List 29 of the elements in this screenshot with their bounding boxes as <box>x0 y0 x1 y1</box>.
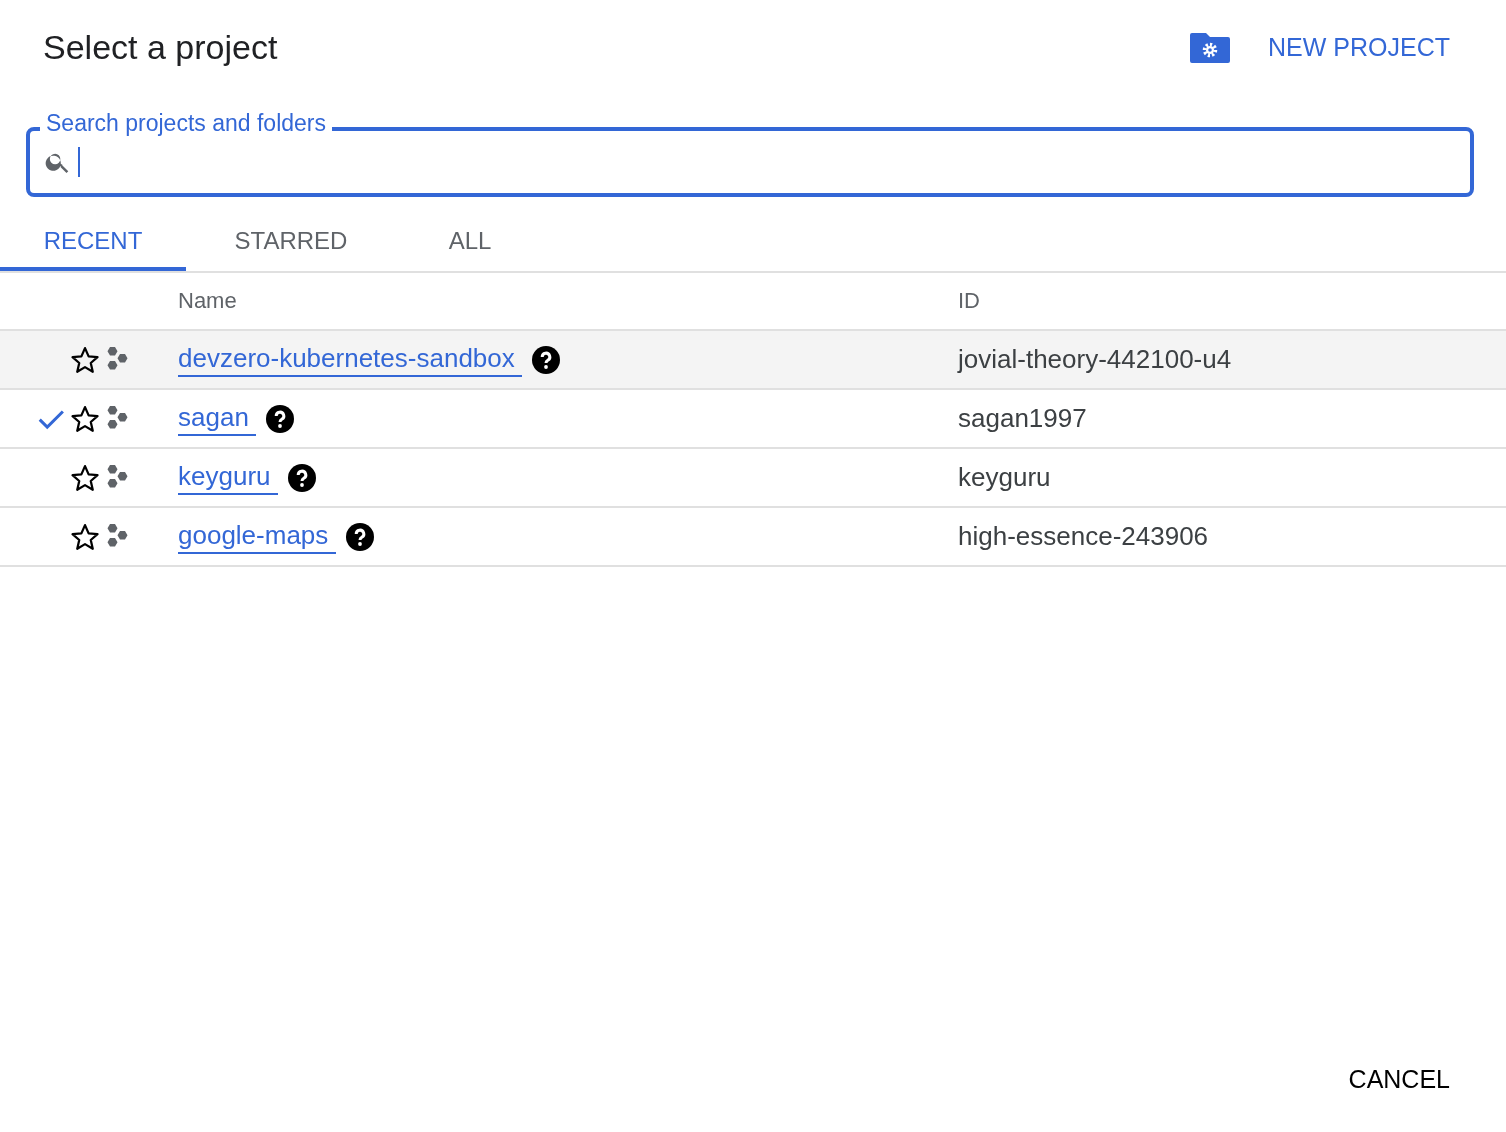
help-icon[interactable] <box>532 345 560 374</box>
project-name-link[interactable]: devzero-kubernetes-sandbox <box>178 342 522 377</box>
project-name-link[interactable]: sagan <box>178 401 257 436</box>
star-icon[interactable] <box>70 403 100 434</box>
star-icon[interactable] <box>70 344 100 375</box>
help-icon[interactable] <box>266 404 295 433</box>
project-id: jovial-theory-442100-u4 <box>958 344 1233 375</box>
project-name-link[interactable]: google-maps <box>178 519 336 554</box>
project-id: keyguru <box>958 462 1052 493</box>
project-name-link[interactable]: keyguru <box>178 460 278 495</box>
search-field[interactable]: Search projects and folders <box>26 110 1474 197</box>
help-icon[interactable] <box>345 522 374 551</box>
tab[interactable]: ALL <box>396 215 544 271</box>
highlighted-row[interactable]: devzero-kubernetes-sandbox jovial-theory-442100-u4 <box>0 331 1506 390</box>
column-header: ID <box>958 288 981 314</box>
column-header: Name <box>178 288 238 314</box>
new-project-button[interactable]: NEW PROJECT <box>1268 32 1450 62</box>
folder-gear-icon[interactable] <box>1190 31 1231 63</box>
dialog-title: Select a project <box>43 27 278 67</box>
search-field-label: Search projects and folders <box>40 110 332 136</box>
star-icon[interactable] <box>70 462 100 493</box>
tab[interactable]: STARRED <box>186 215 396 271</box>
tab[interactable]: RECENT <box>0 215 186 271</box>
star-icon[interactable] <box>70 521 100 552</box>
text-cursor <box>78 147 80 177</box>
project-id: high-essence-243906 <box>958 521 1210 552</box>
help-icon[interactable] <box>287 463 316 492</box>
cancel-button[interactable]: CANCEL <box>1348 1065 1450 1094</box>
project-id: sagan1997 <box>958 403 1088 434</box>
